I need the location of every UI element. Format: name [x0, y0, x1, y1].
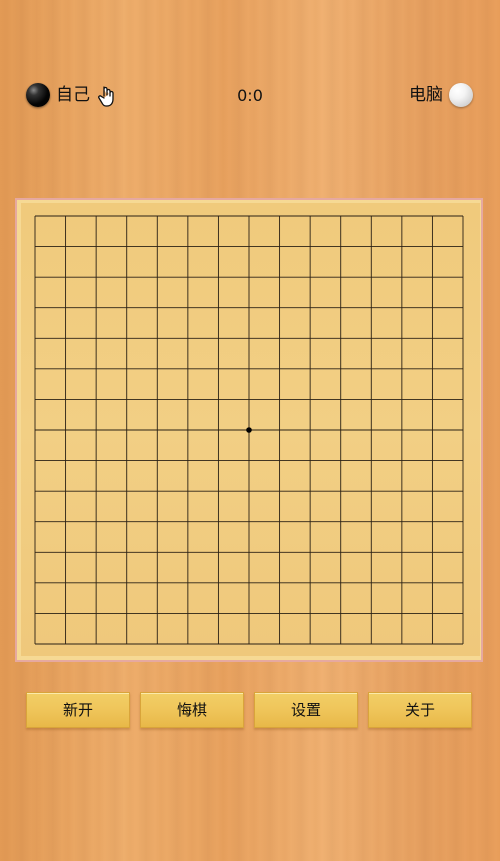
about-button[interactable]: 关于 — [368, 692, 472, 728]
game-board[interactable] — [21, 203, 480, 656]
opponent-white-stone-icon — [449, 83, 473, 107]
center-star-point — [246, 427, 252, 433]
settings-button[interactable]: 设置 — [254, 692, 358, 728]
new-game-button[interactable]: 新开 — [26, 692, 130, 728]
opponent-label: 电脑 — [409, 85, 443, 105]
button-bar: 新开 悔棋 设置 关于 — [0, 692, 500, 730]
undo-button[interactable]: 悔棋 — [140, 692, 244, 728]
board-grid[interactable] — [21, 203, 480, 656]
status-bar: 自己 0:0 电脑 — [0, 76, 500, 116]
